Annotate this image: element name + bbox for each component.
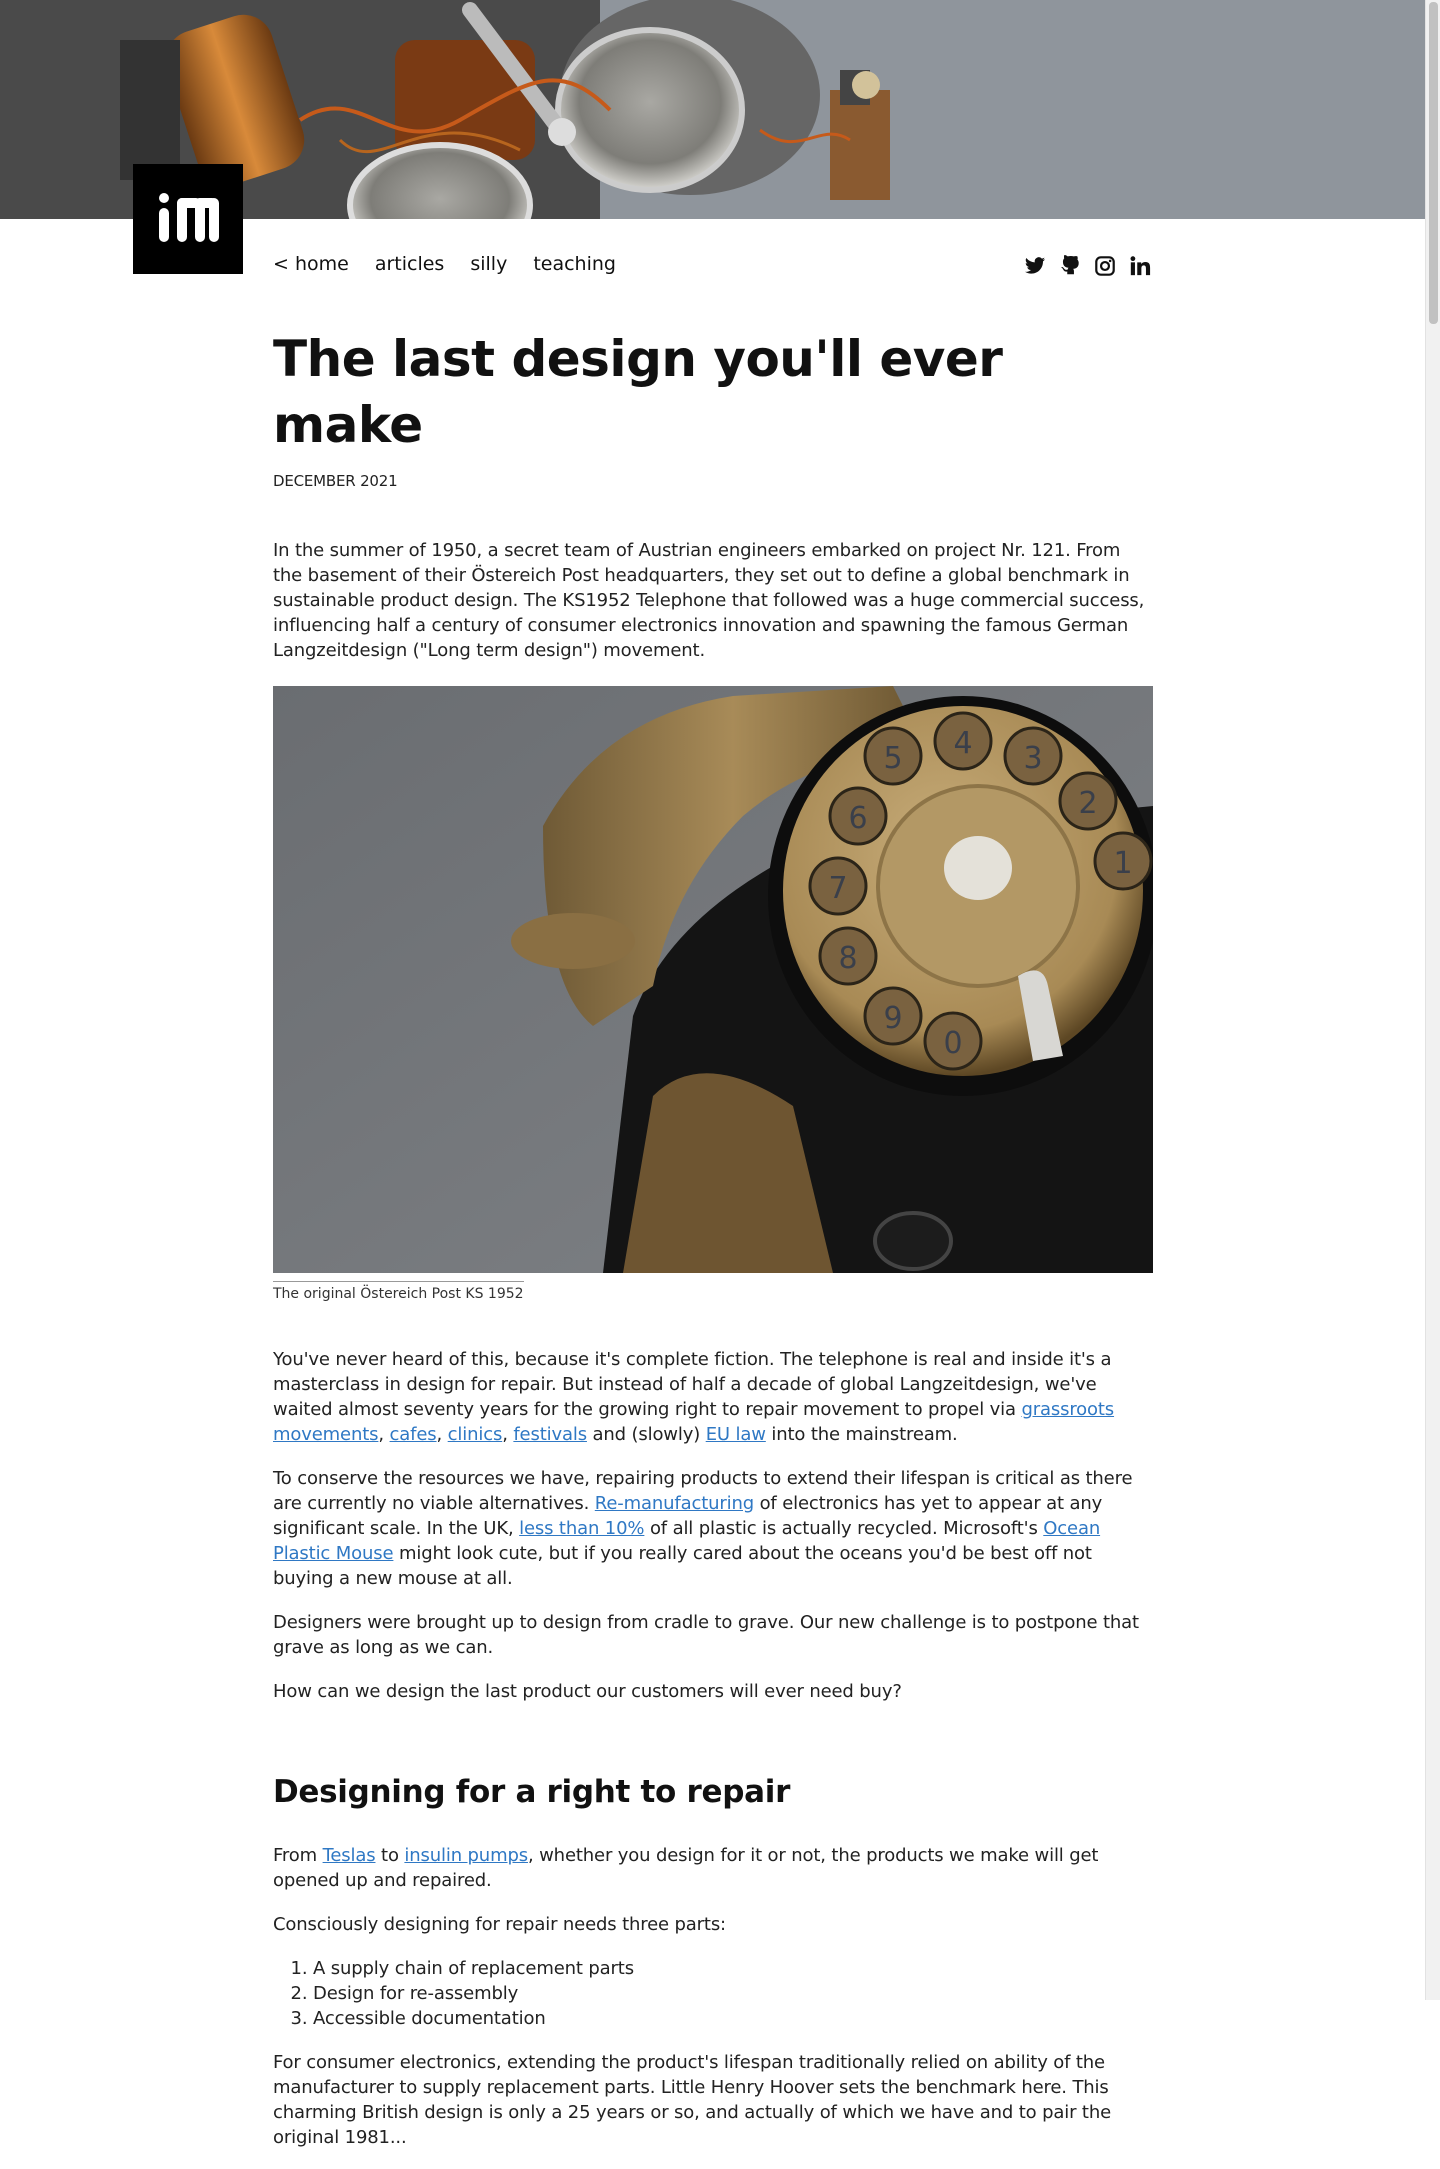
less-than-10-percent-link[interactable]: less than 10% (519, 1518, 644, 1539)
svg-text:3: 3 (1023, 741, 1042, 776)
main-nav: < home articles silly teaching (273, 253, 616, 275)
telephone-figure: 5 4 3 21 67 8 9 0 The original Östereich Pos… (273, 686, 1153, 1302)
text-span: , (502, 1424, 514, 1445)
figure-caption: The original Östereich Post KS 1952 (273, 1281, 524, 1302)
svg-text:9: 9 (883, 1001, 902, 1036)
svg-text:5: 5 (883, 741, 902, 776)
svg-text:7: 7 (828, 871, 847, 906)
paragraph-conserve: To conserve the resources we have, repai… (273, 1466, 1153, 1591)
text-span: , (378, 1424, 390, 1445)
site-logo[interactable] (133, 164, 243, 274)
article: The last design you'll ever make DECEMBE… (273, 326, 1153, 2169)
cafes-link[interactable]: cafes (390, 1424, 437, 1445)
rotary-telephone-image: 5 4 3 21 67 8 9 0 (273, 686, 1153, 1273)
repair-parts-list: A supply chain of replacement parts Desi… (273, 1956, 1153, 2031)
paragraph-question: How can we design the last product our c… (273, 1681, 902, 1702)
paragraph-cradle: Designers were brought up to design from… (273, 1612, 1139, 1658)
intro-paragraph: In the summer of 1950, a secret team of … (273, 540, 1145, 661)
paragraph-teslas: From Teslas to insulin pumps, whether yo… (273, 1843, 1153, 1893)
paragraph-consumer-electronics: For consumer electronics, extending the … (273, 2052, 1112, 2148)
page-scrollbar[interactable] (1425, 0, 1440, 2000)
svg-text:2: 2 (1078, 786, 1097, 821)
paragraph-three-parts: Consciously designing for repair needs t… (273, 1914, 726, 1935)
text-span: might look cute, but if you really cared… (273, 1543, 1092, 1589)
telephone-photo: 5 4 3 21 67 8 9 0 (273, 686, 1153, 1273)
text-span: of all plastic is actually recycled. Mic… (644, 1518, 1044, 1539)
nav-home-link[interactable]: < home (273, 253, 349, 275)
list-item: Design for re-assembly (313, 1981, 1153, 2006)
article-date: DECEMBER 2021 (273, 472, 398, 490)
linkedin-icon[interactable] (1129, 255, 1151, 277)
nav-teaching-link[interactable]: teaching (533, 253, 616, 275)
svg-text:1: 1 (1113, 846, 1132, 881)
section-heading: Designing for a right to repair (273, 1774, 791, 1810)
festivals-link[interactable]: festivals (513, 1424, 587, 1445)
text-span: and (slowly) (586, 1424, 706, 1445)
remanufacturing-link[interactable]: Re-manufacturing (595, 1493, 754, 1514)
logo-mark-icon (159, 193, 219, 242)
nav-silly-link[interactable]: silly (470, 253, 507, 275)
instagram-icon[interactable] (1094, 255, 1116, 277)
svg-text:4: 4 (953, 726, 972, 761)
eu-law-link[interactable]: EU law (706, 1424, 766, 1445)
text-span: From (273, 1845, 323, 1866)
text-span: You've never heard of this, because it's… (273, 1349, 1112, 1420)
list-item: A supply chain of replacement parts (313, 1956, 1153, 1981)
text-span: to (375, 1845, 405, 1866)
svg-text:0: 0 (943, 1026, 962, 1061)
svg-text:6: 6 (848, 801, 867, 836)
insulin-pumps-link[interactable]: insulin pumps (404, 1845, 528, 1866)
svg-text:8: 8 (838, 941, 857, 976)
github-icon[interactable] (1059, 255, 1081, 277)
list-item: Accessible documentation (313, 2006, 1153, 2031)
twitter-icon[interactable] (1024, 255, 1046, 277)
scrollbar-thumb[interactable] (1429, 2, 1438, 324)
text-span: , (436, 1424, 448, 1445)
social-links (1024, 255, 1151, 277)
nav-articles-link[interactable]: articles (375, 253, 445, 275)
clinics-link[interactable]: clinics (448, 1424, 503, 1445)
text-span: into the mainstream. (765, 1424, 958, 1445)
article-title: The last design you'll ever make (273, 330, 1003, 454)
paragraph-fiction: You've never heard of this, because it's… (273, 1347, 1153, 1447)
teslas-link[interactable]: Teslas (323, 1845, 376, 1866)
